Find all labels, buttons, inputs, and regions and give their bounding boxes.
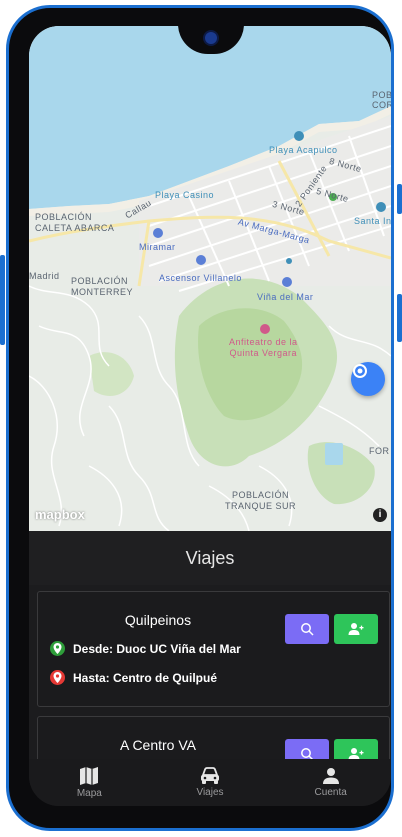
map-label-tranque-sur: POBLACIÓN TRANQUE SUR bbox=[225, 490, 297, 511]
map-label-anfiteatro: Anfiteatro de la Quinta Vergara bbox=[229, 337, 298, 358]
tab-viajes[interactable]: Viajes bbox=[150, 759, 271, 806]
car-icon bbox=[201, 767, 219, 784]
tab-mapa[interactable]: Mapa bbox=[29, 759, 150, 806]
trip-name: A Centro VA bbox=[119, 737, 196, 753]
camera-icon bbox=[205, 32, 217, 44]
map-label-playa-acapulco: Playa Acapulco bbox=[269, 145, 338, 155]
trip-name: Quilpeinos bbox=[124, 612, 192, 628]
map-label-monterrey: POBLACIÓN MONTERREY bbox=[71, 276, 134, 297]
tab-cuenta[interactable]: Cuenta bbox=[270, 759, 391, 806]
add-user-icon bbox=[348, 623, 364, 635]
trip-from-label: Desde: Duoc UC Viña del Mar bbox=[73, 641, 241, 656]
crosshair-icon bbox=[353, 364, 367, 378]
map-label-madrid: Madrid bbox=[29, 271, 60, 281]
trip-card: Quilpeinos Desde: Duoc UC Viña del Mar H… bbox=[37, 591, 390, 707]
bottom-tab-bar: Mapa Viajes Cuenta bbox=[29, 759, 391, 806]
phone-frame: POBLACIÓN CALETA ABARCA Playa Acapulco P… bbox=[6, 5, 394, 831]
trip-from: Desde: Duoc UC Viña del Mar bbox=[50, 641, 241, 656]
map-label-caleta-abarca: POBLACIÓN CALETA ABARCA bbox=[35, 212, 115, 233]
page-title: Viajes bbox=[29, 531, 391, 585]
tab-label: Viajes bbox=[196, 787, 224, 798]
map-label-miramar: Miramar bbox=[139, 242, 176, 252]
map-label-pob: POB COR bbox=[372, 90, 391, 110]
search-trip-button[interactable] bbox=[285, 614, 329, 644]
map-pin-red-icon bbox=[50, 670, 65, 685]
mapbox-logo[interactable]: mapbox bbox=[35, 507, 85, 522]
volume-button bbox=[397, 294, 402, 342]
map-label-ascensor-villanelo: Ascensor Villanelo bbox=[159, 273, 242, 283]
map-pin-green-icon bbox=[50, 641, 65, 656]
map-label-for: FOR bbox=[369, 446, 390, 456]
locate-button[interactable] bbox=[351, 362, 385, 396]
power-button bbox=[397, 184, 402, 214]
map-label-playa-casino: Playa Casino bbox=[155, 190, 215, 200]
map-label-vina-del-mar: Viña del Mar bbox=[257, 292, 314, 302]
info-icon[interactable]: i bbox=[373, 508, 387, 522]
tab-label: Mapa bbox=[76, 788, 102, 799]
app-screen: POBLACIÓN CALETA ABARCA Playa Acapulco P… bbox=[29, 26, 391, 806]
side-button-left bbox=[0, 255, 5, 345]
search-icon bbox=[301, 623, 314, 636]
trip-to: Hasta: Centro de Quilpué bbox=[50, 670, 217, 685]
person-icon bbox=[322, 768, 339, 784]
tab-label: Cuenta bbox=[314, 787, 347, 798]
map-icon bbox=[80, 767, 99, 785]
join-trip-button[interactable] bbox=[334, 614, 378, 644]
trip-to-label: Hasta: Centro de Quilpué bbox=[73, 670, 218, 685]
map-label-santa-ines: Santa Inés bbox=[354, 216, 391, 226]
map-view[interactable]: POBLACIÓN CALETA ABARCA Playa Acapulco P… bbox=[29, 26, 391, 531]
